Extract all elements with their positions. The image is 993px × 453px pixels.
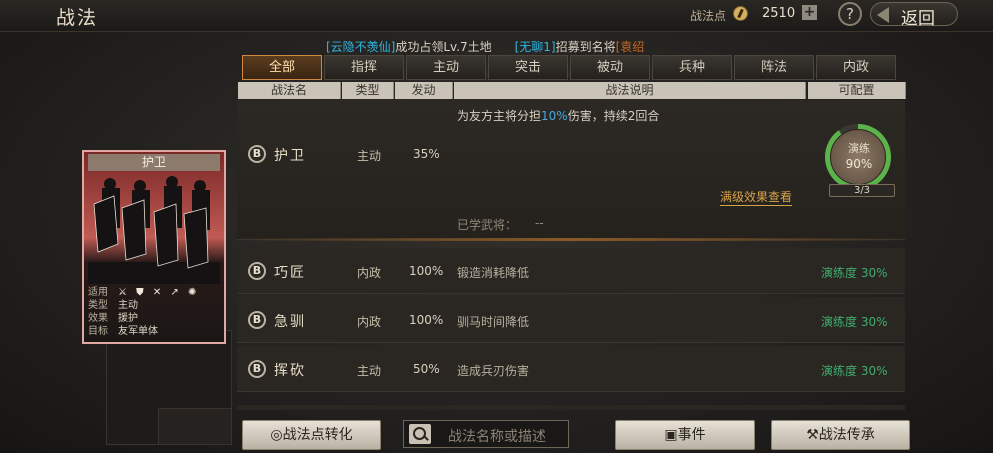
- skill-description: 驯马时间降低: [457, 315, 530, 329]
- skill-description: 锻造消耗降低: [457, 266, 530, 280]
- broadcast-message: [云隐不羡仙]成功占领Lv.7土地 [无聊1]招募到名将[袁绍: [326, 38, 644, 55]
- tactic-row[interactable]: B 急驯 内政 100% 驯马时间降低 演练度 30%: [237, 297, 905, 343]
- search-icon: [409, 424, 431, 444]
- column-header: 战法名 类型 发动 战法说明 可配置: [238, 82, 906, 99]
- skill-name: 急驯: [274, 314, 306, 330]
- points-label: 战法点: [690, 9, 727, 23]
- practice-ring[interactable]: 演练 90%: [825, 124, 891, 190]
- broadcast-text1: 成功占领Lv.7土地: [395, 40, 492, 54]
- skill-name: 挥砍: [274, 363, 306, 379]
- back-button[interactable]: 返回: [870, 2, 958, 29]
- back-arrow-icon: [877, 7, 889, 23]
- add-points-button[interactable]: +: [802, 5, 817, 20]
- learned-value: --: [535, 216, 544, 230]
- broadcast-text2: 招募到名将: [555, 40, 616, 54]
- tab-formation[interactable]: 阵法: [734, 55, 814, 80]
- card-key-type: 类型: [88, 300, 108, 311]
- expanded-description: 为友方主将分担10%伤害，持续2回合: [457, 109, 660, 123]
- search-input[interactable]: 战法名称或描述: [403, 420, 569, 448]
- divider: [237, 238, 905, 241]
- skill-type: 内政: [357, 266, 382, 280]
- card-key-target: 目标: [88, 326, 108, 337]
- expanded-row[interactable]: 为友方主将分担10%伤害，持续2回合 B 护卫 主动 35% 演练 90% 3/…: [237, 100, 905, 241]
- skill-name: 巧匠: [274, 265, 306, 281]
- skill-type: 主动: [357, 364, 382, 378]
- col-rate[interactable]: 发动: [395, 82, 453, 99]
- card-info: 适用 ⚔ ⛊ ✕ ↗ ✺ 类型 主动 效果 援护 目标 友军单体: [88, 286, 220, 338]
- card-target: 友军单体: [118, 326, 158, 337]
- skill-rate: 100%: [409, 264, 444, 278]
- tab-active[interactable]: 主动: [406, 55, 486, 80]
- tab-troop[interactable]: 兵种: [652, 55, 732, 80]
- event-button[interactable]: ▣事件: [615, 420, 755, 450]
- tab-all[interactable]: 全部: [242, 55, 322, 80]
- col-type[interactable]: 类型: [342, 82, 394, 99]
- back-label: 返回: [901, 9, 935, 29]
- card-key-effect: 效果: [88, 313, 108, 324]
- tactic-row-partial: [237, 405, 905, 410]
- grade-badge: B: [248, 262, 266, 280]
- grade-badge: B: [248, 360, 266, 378]
- tab-command[interactable]: 指挥: [324, 55, 404, 80]
- convert-points-button[interactable]: ◎战法点转化: [242, 420, 381, 450]
- practice-progress: 演练度 30%: [821, 364, 888, 378]
- card-key-use: 适用: [88, 287, 108, 298]
- broadcast-player2[interactable]: [无聊1]: [515, 40, 556, 54]
- practice-progress: 演练度 30%: [821, 315, 888, 329]
- practice-label: 演练: [848, 142, 870, 155]
- inherit-icon: ⚒: [806, 427, 819, 443]
- grade-badge: B: [248, 145, 266, 163]
- top-bar: 战法 战法点 2510 + ? 返回: [0, 0, 993, 32]
- tab-internal[interactable]: 内政: [816, 55, 896, 80]
- practice-count: 3/3: [829, 184, 895, 197]
- tab-passive[interactable]: 被动: [570, 55, 650, 80]
- shield-soldiers-art: [88, 176, 220, 284]
- skill-rate: 35%: [413, 147, 440, 161]
- help-button[interactable]: ?: [838, 2, 862, 26]
- event-icon: ▣: [664, 427, 678, 443]
- tab-assault[interactable]: 突击: [488, 55, 568, 80]
- skill-type: 内政: [357, 315, 382, 329]
- skill-type: 主动: [357, 149, 382, 163]
- col-desc: 战法说明: [454, 82, 806, 99]
- tactic-list: 为友方主将分担10%伤害，持续2回合 B 护卫 主动 35% 演练 90% 3/…: [237, 100, 905, 410]
- grade-badge: B: [248, 311, 266, 329]
- practice-progress: 演练度 30%: [821, 266, 888, 280]
- points-value: 2510: [762, 6, 796, 21]
- full-effect-link[interactable]: 满级效果查看: [720, 188, 793, 206]
- practice-percent: 90%: [845, 157, 873, 171]
- col-name[interactable]: 战法名: [238, 82, 341, 99]
- broadcast-player1[interactable]: [云隐不羡仙]: [326, 40, 395, 54]
- tactic-row[interactable]: B 巧匠 内政 100% 锻造消耗降低 演练度 30%: [237, 248, 905, 294]
- skill-name: 护卫: [274, 148, 306, 164]
- compass-icon: [733, 6, 748, 21]
- category-tabs: 全部 指挥 主动 突击 被动 兵种 阵法 内政: [242, 55, 900, 80]
- skill-rate: 100%: [409, 313, 444, 327]
- page-title: 战法: [56, 7, 99, 29]
- card-stack-back-2: [158, 408, 232, 445]
- inherit-button[interactable]: ⚒战法传承: [771, 420, 910, 450]
- learned-label: 已学武将：: [457, 218, 518, 232]
- search-placeholder: 战法名称或描述: [448, 429, 546, 445]
- skill-description: 造成兵刃伤害: [457, 364, 530, 378]
- tactic-row[interactable]: B 挥砍 主动 50% 造成兵刃伤害 演练度 30%: [237, 346, 905, 392]
- skill-rate: 50%: [413, 362, 440, 376]
- col-configurable[interactable]: 可配置: [808, 82, 906, 99]
- broadcast-general: [袁绍: [615, 40, 645, 54]
- troop-type-icons: ⚔ ⛊ ✕ ↗ ✺: [118, 287, 200, 298]
- compass-icon: ◎: [270, 427, 283, 443]
- tactic-card[interactable]: 护卫 适用 ⚔ ⛊ ✕ ↗ ✺ 类型 主动 效果 援护 目标 友军单体: [82, 150, 226, 344]
- card-title: 护卫: [88, 154, 220, 171]
- card-effect: 援护: [118, 313, 138, 324]
- card-type: 主动: [118, 300, 138, 311]
